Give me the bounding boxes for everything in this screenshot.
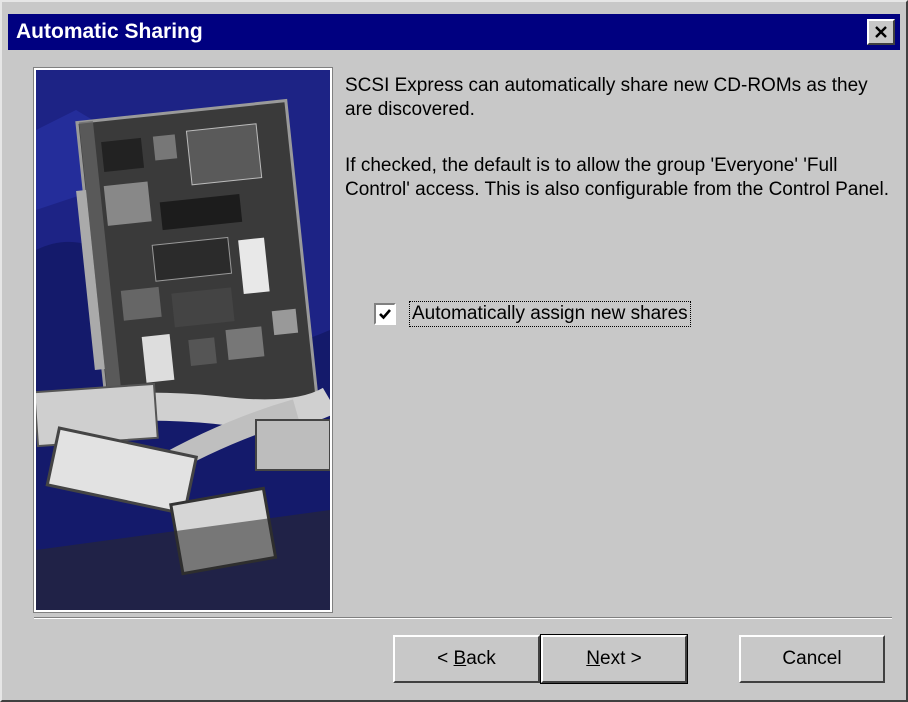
check-icon [379, 309, 391, 320]
next-button[interactable]: Next > [540, 634, 688, 684]
button-separator [34, 617, 892, 619]
back-button[interactable]: < Back [393, 635, 540, 683]
close-button[interactable] [867, 19, 895, 45]
window-title: Automatic Sharing [16, 20, 203, 43]
back-accelerator: B [453, 648, 467, 669]
back-label-rest: ack [466, 648, 496, 669]
automatic-sharing-dialog: Automatic Sharing SCSI Express can autom… [0, 0, 908, 702]
title-bar: Automatic Sharing [8, 14, 900, 50]
auto-assign-shares-label[interactable]: Automatically assign new shares [409, 301, 691, 327]
auto-assign-shares-checkbox[interactable] [374, 303, 396, 325]
back-prefix: < [437, 648, 454, 669]
close-icon [875, 26, 887, 38]
description-auto-share: SCSI Express can automatically share new… [345, 75, 868, 120]
scsi-card-photo [33, 67, 333, 613]
cancel-button[interactable]: Cancel [739, 635, 885, 683]
next-accelerator: N [586, 648, 600, 669]
next-label-rest: ext > [600, 648, 642, 669]
description-default-access: If checked, the default is to allow the … [345, 155, 889, 200]
scsi-card-illustration [36, 70, 330, 610]
